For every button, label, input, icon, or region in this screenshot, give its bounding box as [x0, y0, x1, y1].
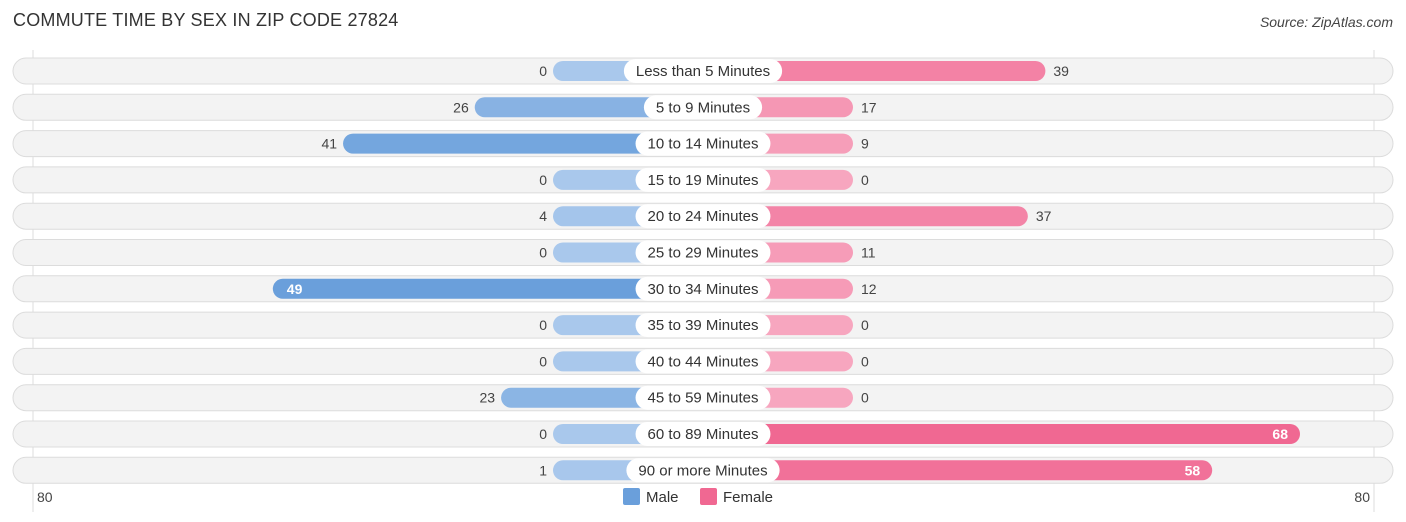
value-label-female: 11	[861, 245, 876, 261]
category-label: 10 to 14 Minutes	[648, 136, 759, 153]
value-label-male: 23	[479, 390, 495, 406]
chart-row: 0 68 60 to 89 Minutes	[12, 420, 1394, 448]
value-label-male: 0	[539, 63, 547, 79]
category-label: 40 to 44 Minutes	[648, 353, 759, 370]
value-label-female: 0	[861, 353, 869, 369]
chart-row: 0 0 35 to 39 Minutes	[12, 311, 1394, 339]
chart-row: 0 11 25 to 29 Minutes	[12, 239, 1394, 266]
value-label-female: 58	[1185, 462, 1201, 478]
chart-row: 41 9 10 to 14 Minutes	[12, 130, 1394, 158]
legend: Male Female	[623, 488, 773, 506]
category-label: 5 to 9 Minutes	[656, 99, 750, 116]
category-label: 30 to 34 Minutes	[648, 281, 759, 298]
value-label-female: 0	[861, 390, 869, 406]
value-label-male: 0	[539, 317, 547, 333]
chart-row: 0 0 15 to 19 Minutes	[12, 166, 1394, 194]
value-label-male: 0	[539, 426, 547, 442]
value-label-female: 9	[861, 136, 869, 152]
value-label-female: 12	[861, 281, 877, 297]
axis-tick-right: 80	[1354, 489, 1370, 505]
value-label-male: 26	[453, 99, 469, 115]
category-label: 25 to 29 Minutes	[648, 245, 759, 262]
value-label-female: 17	[861, 99, 877, 115]
chart-row: 23 0 45 to 59 Minutes	[12, 384, 1394, 412]
value-label-male: 0	[539, 172, 547, 188]
category-label: 90 or more Minutes	[638, 462, 767, 479]
value-label-female: 0	[861, 172, 869, 188]
legend-swatch-male	[623, 488, 640, 505]
chart-row: 4 37 20 to 24 Minutes	[12, 202, 1394, 230]
value-label-female: 37	[1036, 208, 1052, 224]
value-label-female: 0	[861, 317, 869, 333]
value-label-male: 0	[539, 245, 547, 261]
legend-swatch-female	[700, 488, 717, 505]
value-label-male: 4	[539, 208, 547, 224]
bar-female	[703, 424, 1300, 444]
chart-rows: 0 39 Less than 5 Minutes 26 17 5 to 9 Minutes…	[12, 50, 1394, 512]
value-label-female: 68	[1272, 426, 1288, 442]
chart-row: 49 12 30 to 34 Minutes	[12, 275, 1394, 303]
commute-chart: 0 39 Less than 5 Minutes 26 17 5 to 9 Minutes…	[12, 50, 1394, 512]
category-label: Less than 5 Minutes	[636, 63, 770, 80]
chart-row: 1 58 90 or more Minutes	[12, 456, 1394, 484]
value-label-male: 0	[539, 353, 547, 369]
axis-tick-left: 80	[37, 489, 53, 505]
value-label-male: 1	[539, 462, 547, 478]
category-label: 45 to 59 Minutes	[648, 390, 759, 407]
category-label: 20 to 24 Minutes	[648, 208, 759, 225]
chart-row: 0 39 Less than 5 Minutes	[12, 57, 1394, 85]
category-label: 15 to 19 Minutes	[648, 172, 759, 189]
chart-row: 0 0 40 to 44 Minutes	[12, 347, 1394, 375]
legend-label-female: Female	[723, 489, 773, 506]
category-label: 60 to 89 Minutes	[648, 426, 759, 443]
value-label-male: 49	[287, 281, 303, 297]
legend-label-male: Male	[646, 489, 679, 506]
value-label-female: 39	[1053, 63, 1069, 79]
chart-row: 26 17 5 to 9 Minutes	[12, 93, 1394, 121]
category-label: 35 to 39 Minutes	[648, 317, 759, 334]
value-label-male: 41	[321, 136, 337, 152]
